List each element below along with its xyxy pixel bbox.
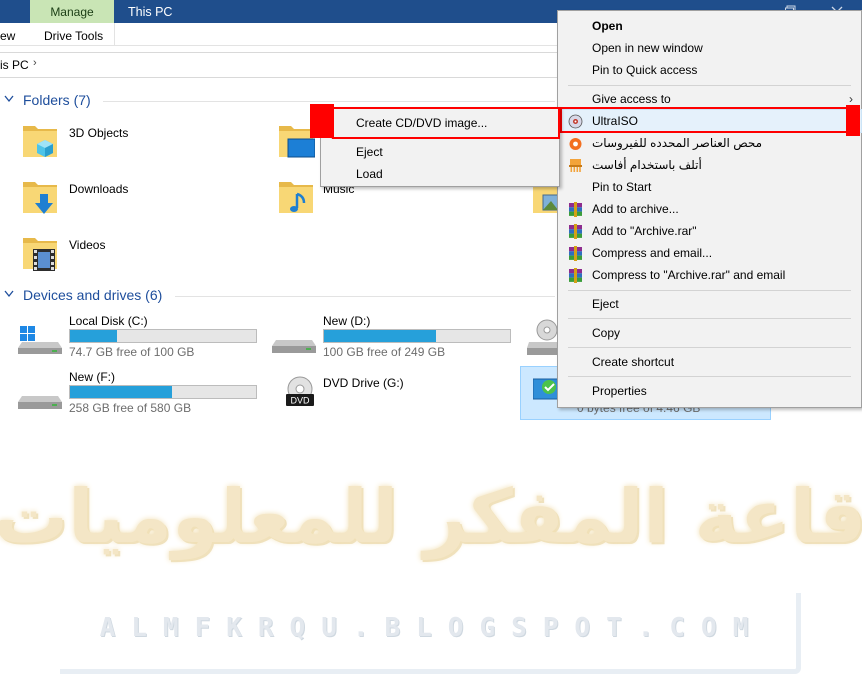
menu-separator	[568, 347, 851, 348]
winrar-icon	[569, 224, 582, 239]
drive-free-space: 74.7 GB free of 100 GB	[69, 345, 195, 359]
menu-item-avast-scan[interactable]: محص العناصر المحدده للفيروسات	[558, 132, 861, 154]
drive-free-space: 100 GB free of 249 GB	[323, 345, 446, 359]
list-item[interactable]: Downloads	[21, 176, 201, 226]
drive-usage-fill	[324, 330, 436, 342]
folders-group-header[interactable]: Folders (7)	[4, 92, 91, 108]
window-title: This PC	[128, 4, 173, 19]
menu-item-pin-start[interactable]: Pin to Start	[558, 176, 861, 198]
drive-name: Local Disk (C:)	[69, 314, 148, 328]
drive-item[interactable]: DVD DVD Drive (G:)	[272, 376, 522, 426]
tab-drive-tools[interactable]: Drive Tools	[44, 29, 103, 43]
folder-label: Videos	[69, 238, 106, 252]
create-image-highlight	[332, 107, 560, 139]
drive-free-space: 258 GB free of 580 GB	[69, 401, 192, 415]
music-folder-icon	[279, 182, 313, 213]
drive-usage-bar	[69, 385, 257, 399]
hard-drive-icon	[18, 396, 62, 409]
ultraiso-highlight-marker	[846, 105, 860, 136]
shredder-icon	[569, 159, 582, 172]
watermark-arabic: قاعة المفكر للمعلوميات	[0, 474, 862, 560]
menu-separator	[568, 376, 851, 377]
chevron-down-icon	[4, 95, 18, 106]
drive-item[interactable]: Local Disk (C:) 74.7 GB free of 100 GB	[18, 314, 268, 364]
menu-item-eject[interactable]: Eject	[558, 293, 861, 315]
dvd-drive-icon: DVD	[286, 376, 314, 406]
drive-name: New (D:)	[323, 314, 371, 328]
3d-objects-folder-icon	[23, 126, 57, 157]
menu-separator	[568, 290, 851, 291]
menu-item-open[interactable]: Open	[558, 15, 861, 37]
breadcrumb[interactable]: is PC	[0, 58, 29, 72]
menu-item-compress-rar-email[interactable]: Compress to "Archive.rar" and email	[558, 264, 861, 286]
group-divider	[103, 101, 555, 102]
menu-item-add-archive-rar[interactable]: Add to "Archive.rar"	[558, 220, 861, 242]
winrar-icon	[569, 268, 582, 283]
menu-separator	[568, 318, 851, 319]
downloads-folder-icon	[23, 182, 57, 214]
drive-usage-fill	[70, 386, 173, 398]
folder-label: Downloads	[69, 182, 129, 196]
drive-item[interactable]: New (D:) 100 GB free of 249 GB	[272, 314, 522, 364]
list-item[interactable]: Videos	[21, 232, 201, 282]
winrar-icon	[569, 246, 582, 261]
tab-view[interactable]: ew	[0, 29, 15, 43]
ultraiso-highlight	[560, 107, 850, 133]
winrar-icon	[569, 202, 582, 217]
menu-item-sub-eject[interactable]: Eject	[321, 141, 559, 163]
videos-folder-icon	[23, 238, 57, 271]
menu-item-load[interactable]: Load	[321, 163, 559, 185]
create-image-highlight-marker	[310, 104, 334, 138]
drive-usage-bar	[323, 329, 511, 343]
menu-item-create-shortcut[interactable]: Create shortcut	[558, 351, 861, 373]
drives-group-title: Devices and drives (6)	[23, 287, 163, 303]
hard-drive-icon	[272, 340, 316, 353]
drives-group-header[interactable]: Devices and drives (6)	[4, 287, 162, 303]
avast-icon	[569, 138, 582, 150]
folders-group-title: Folders (7)	[23, 92, 91, 108]
menu-item-avast-shred[interactable]: أتلف باستخدام أفاست	[558, 154, 861, 176]
dvd-badge: DVD	[290, 396, 310, 406]
menu-item-properties[interactable]: Properties	[558, 380, 861, 402]
menu-item-add-archive[interactable]: Add to archive...	[558, 198, 861, 220]
chevron-down-icon	[4, 290, 18, 301]
ribbon-divider	[114, 23, 115, 45]
menu-item-pin-quick-access[interactable]: Pin to Quick access	[558, 59, 861, 81]
drive-usage-fill	[70, 330, 117, 342]
list-item[interactable]: 3D Objects	[21, 120, 201, 170]
chevron-right-icon: ›	[849, 92, 853, 106]
watermark-url: ALMFKRQU.BLOGSPOT.COM	[99, 613, 765, 643]
drive-name: DVD Drive (G:)	[323, 376, 404, 390]
context-menu: Open Open in new window Pin to Quick acc…	[557, 10, 862, 408]
menu-item-compress-email[interactable]: Compress and email...	[558, 242, 861, 264]
tab-manage[interactable]: Manage	[30, 0, 114, 23]
folder-label: 3D Objects	[69, 126, 129, 140]
drive-item[interactable]: New (F:) 258 GB free of 580 GB	[18, 370, 268, 420]
menu-item-open-new-window[interactable]: Open in new window	[558, 37, 861, 59]
group-divider	[175, 296, 555, 297]
optical-drive-icon[interactable]	[527, 318, 559, 358]
drive-name: New (F:)	[69, 370, 115, 384]
drive-usage-bar	[69, 329, 257, 343]
windows-drive-icon	[18, 326, 62, 354]
breadcrumb-chevron-icon[interactable]: ›	[33, 57, 37, 69]
menu-item-copy[interactable]: Copy	[558, 322, 861, 344]
menu-separator	[568, 85, 851, 86]
